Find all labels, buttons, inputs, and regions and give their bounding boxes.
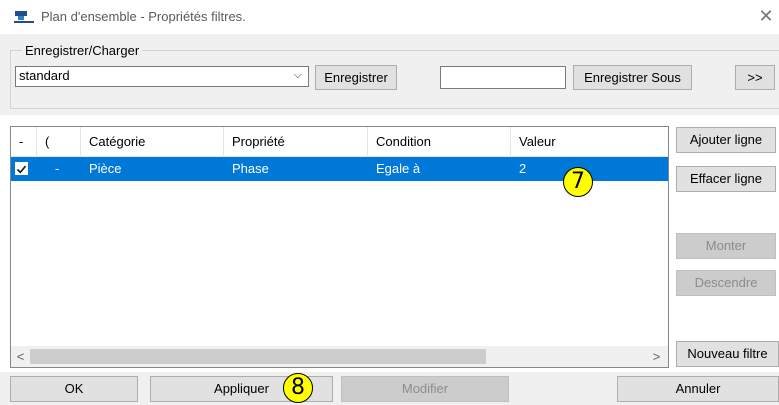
new-filter-button[interactable]: Nouveau filtre — [676, 341, 779, 367]
grid-header: - ( Catégorie Propriété Condition Valeur — [11, 127, 668, 157]
col-header-minus[interactable]: - — [11, 127, 37, 157]
save-as-button[interactable]: Enregistrer Sous — [573, 65, 692, 90]
save-as-name-input[interactable] — [440, 66, 566, 89]
scroll-right-icon[interactable]: > — [648, 348, 665, 365]
horizontal-scrollbar[interactable]: < > — [11, 346, 668, 367]
col-header-propriete[interactable]: Propriété — [224, 127, 368, 157]
scroll-left-icon[interactable]: < — [12, 348, 29, 365]
save-load-legend: Enregistrer/Charger — [22, 43, 143, 58]
checkmark-icon — [16, 165, 27, 174]
title-bar: Plan d'ensemble - Propriétés filtres. ✕ — [0, 0, 779, 34]
scrollbar-thumb[interactable] — [30, 349, 486, 364]
cell-categorie: Pièce — [89, 161, 122, 176]
cancel-button[interactable]: Annuler — [617, 376, 779, 402]
move-down-button[interactable]: Descendre — [676, 270, 776, 296]
save-button[interactable]: Enregistrer — [315, 65, 397, 90]
modify-button[interactable]: Modifier — [341, 376, 509, 402]
close-icon[interactable]: ✕ — [757, 7, 775, 25]
col-header-valeur[interactable]: Valeur — [511, 127, 668, 157]
cell-paren: - — [55, 161, 60, 176]
cell-condition: Egale à — [376, 161, 421, 176]
callout-8: 8 — [283, 373, 313, 403]
combo-value: standard — [19, 68, 70, 83]
ok-button[interactable]: OK — [10, 376, 138, 402]
filter-preset-combo[interactable]: standard ⌵ — [15, 66, 309, 87]
cell-propriete: Phase — [232, 161, 269, 176]
window-title: Plan d'ensemble - Propriétés filtres. — [41, 9, 246, 24]
callout-7: 7 — [563, 167, 593, 197]
col-header-categorie[interactable]: Catégorie — [81, 127, 224, 157]
move-up-button[interactable]: Monter — [676, 233, 776, 259]
expand-button[interactable]: >> — [735, 65, 775, 90]
app-filter-icon — [14, 11, 34, 23]
col-header-paren[interactable]: ( — [37, 127, 81, 157]
add-line-button[interactable]: Ajouter ligne — [676, 127, 776, 153]
filter-grid: - ( Catégorie Propriété Condition Valeur… — [10, 126, 669, 368]
clear-line-button[interactable]: Effacer ligne — [676, 166, 776, 192]
col-header-condition[interactable]: Condition — [368, 127, 511, 157]
row-checkbox[interactable] — [15, 162, 28, 175]
chevron-down-icon[interactable]: ⌵ — [294, 69, 302, 82]
